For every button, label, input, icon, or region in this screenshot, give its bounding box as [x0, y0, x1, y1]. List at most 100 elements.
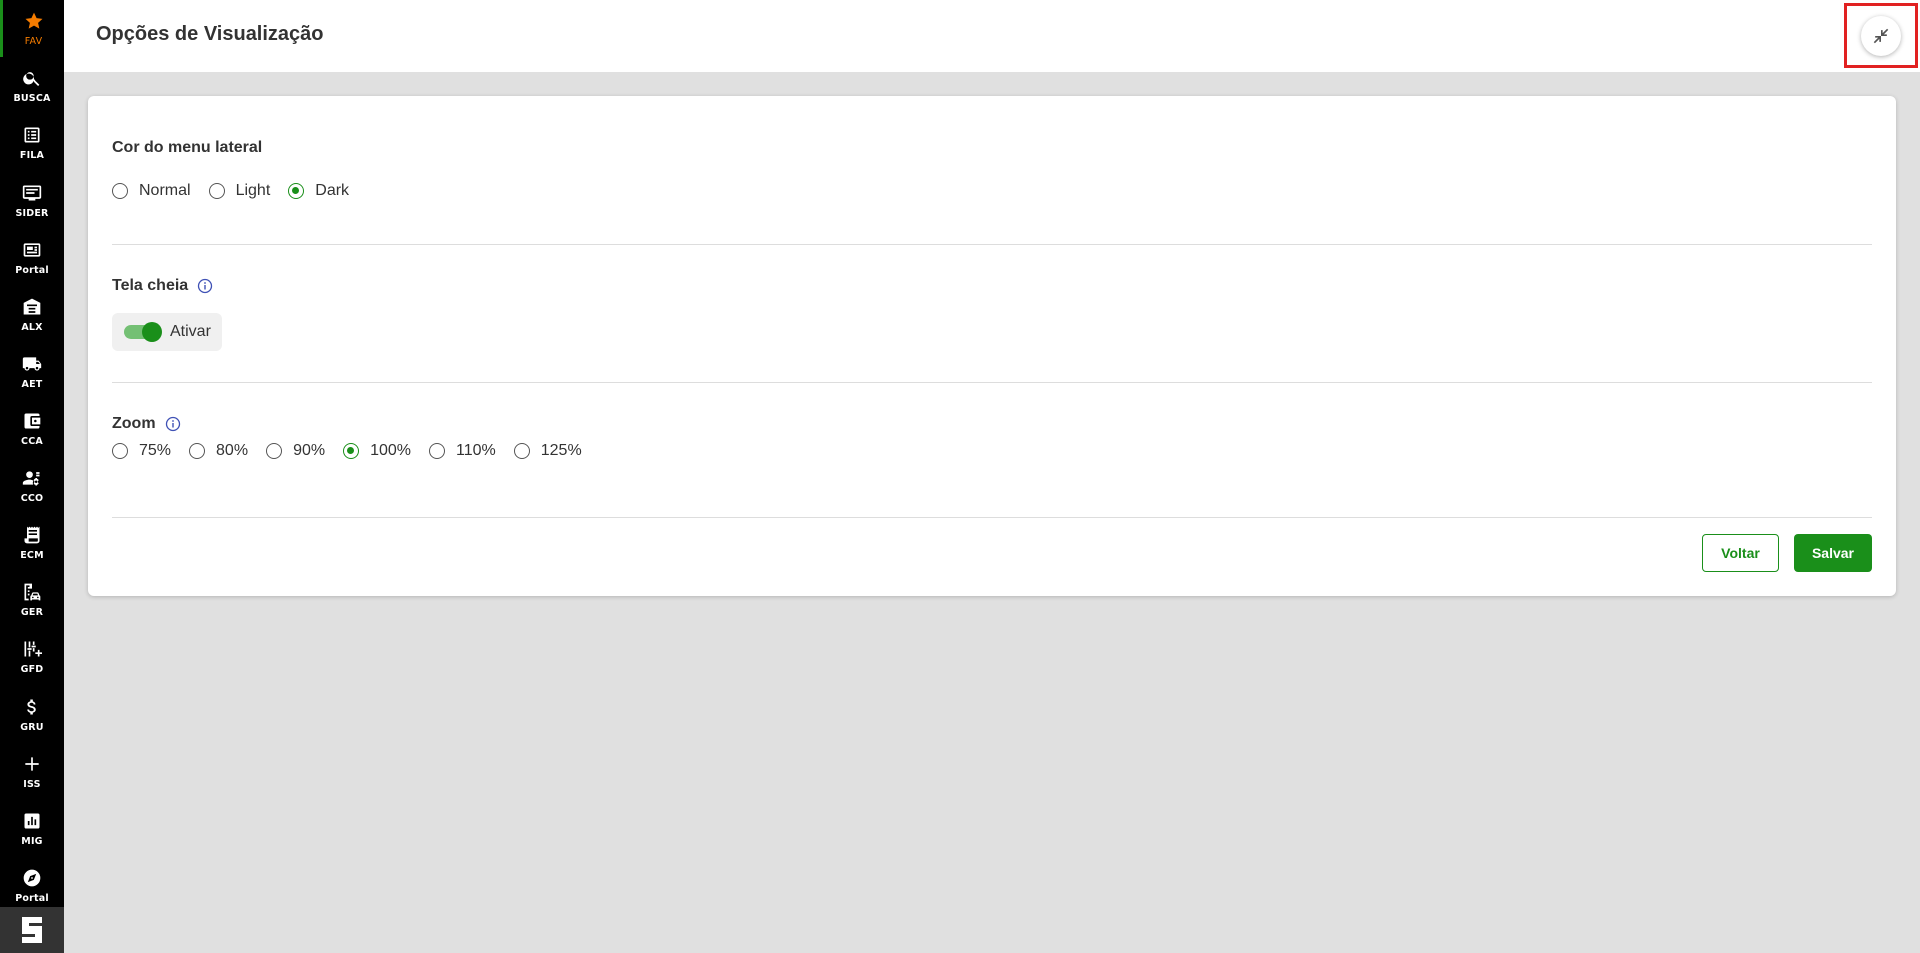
- radio-circle: [112, 443, 128, 459]
- radio-label: 90%: [293, 442, 326, 459]
- plus-icon: [21, 753, 43, 775]
- brand-logo-icon[interactable]: [0, 907, 64, 953]
- radio-circle: [429, 443, 446, 459]
- radio-zoom-90[interactable]: 90%: [266, 442, 325, 460]
- sidebar-item-label: FILA: [19, 150, 45, 161]
- menu-color-options: Normal Light Dark: [112, 182, 367, 200]
- sidebar-item-gru[interactable]: GRU: [0, 686, 64, 743]
- zoom-title: Zoom: [112, 415, 181, 433]
- sidebar-item-alx[interactable]: ALX: [0, 286, 64, 343]
- info-icon[interactable]: [197, 278, 213, 294]
- dollar-icon: [21, 696, 43, 718]
- radio-menu-light[interactable]: Light: [208, 182, 271, 200]
- sidebar-item-ger[interactable]: GER: [0, 571, 64, 628]
- toggle-knob: [142, 322, 162, 342]
- radio-circle: [112, 183, 128, 199]
- sidebar-item-label: CCA: [21, 436, 43, 447]
- radio-label: 110%: [456, 442, 496, 459]
- radio-label: 75%: [139, 442, 172, 459]
- sidebar-item-label: Portal: [15, 265, 49, 276]
- compass-icon: [21, 867, 43, 889]
- radio-circle: [208, 183, 225, 199]
- sidebar: FAV BUSCA FILA SIDER Portal ALX AET CCA …: [0, 0, 64, 953]
- info-icon[interactable]: [165, 416, 181, 432]
- sidebar-item-portal-2[interactable]: Portal: [0, 857, 64, 914]
- sidebar-item-label: ALX: [21, 322, 43, 333]
- fullscreen-toggle[interactable]: Ativar: [112, 313, 222, 351]
- sidebar-item-fila[interactable]: FILA: [0, 114, 64, 171]
- sidebar-item-label: FAV: [24, 36, 43, 47]
- sidebar-item-gfd[interactable]: GFD: [0, 628, 64, 685]
- radio-zoom-100[interactable]: 100%: [343, 442, 411, 460]
- sidebar-item-cca[interactable]: CCA: [0, 400, 64, 457]
- sidebar-item-sider[interactable]: SIDER: [0, 172, 64, 229]
- sidebar-item-label: ECM: [20, 550, 44, 561]
- menu-color-title: Cor do menu lateral: [112, 139, 262, 157]
- sidebar-item-iss[interactable]: ISS: [0, 743, 64, 800]
- fullscreen-title: Tela cheia: [112, 277, 213, 295]
- zoom-options: 75% 80% 90% 100% 110% 125%: [112, 442, 600, 460]
- sidebar-item-label: MIG: [21, 836, 43, 847]
- star-icon: [23, 10, 45, 32]
- sidebar-item-label: CCO: [20, 493, 44, 504]
- radio-circle: [513, 443, 530, 459]
- divider: [112, 517, 1872, 518]
- sidebar-item-label: Portal: [15, 893, 49, 904]
- radio-circle: [266, 443, 283, 459]
- users-gear-icon: [21, 467, 43, 489]
- header: Opções de Visualização: [64, 0, 1920, 72]
- building-car-icon: [21, 581, 43, 603]
- sidebar-item-fav[interactable]: FAV: [0, 0, 64, 57]
- page-title: Opções de Visualização: [96, 23, 324, 45]
- fullscreen-title-text: Tela cheia: [112, 277, 189, 294]
- monitor-icon: [21, 182, 43, 204]
- divider: [112, 244, 1872, 245]
- sidebar-item-ecm[interactable]: ECM: [0, 514, 64, 571]
- chart-icon: [21, 810, 43, 832]
- radio-menu-normal[interactable]: Normal: [112, 182, 191, 200]
- radio-circle-selected: [288, 183, 305, 199]
- radio-zoom-110[interactable]: 110%: [429, 442, 496, 460]
- sidebar-item-label: GFD: [20, 664, 44, 675]
- menu-color-title-text: Cor do menu lateral: [112, 139, 263, 156]
- news-icon: [21, 239, 43, 261]
- receipt-icon: [21, 524, 43, 546]
- zoom-title-text: Zoom: [112, 415, 156, 432]
- radio-circle-selected: [343, 443, 360, 459]
- toggle-label: Ativar: [170, 323, 211, 340]
- radio-label: Normal: [139, 182, 191, 199]
- sidebar-item-label: BUSCA: [13, 93, 51, 104]
- radio-zoom-75[interactable]: 75%: [112, 442, 171, 460]
- radio-label: 80%: [216, 442, 249, 459]
- radio-label: Dark: [315, 182, 350, 199]
- exit-fullscreen-icon: [1873, 28, 1889, 44]
- display-options-card: Cor do menu lateral Normal Light Dark Te…: [88, 96, 1896, 596]
- search-icon: [21, 67, 43, 89]
- sidebar-item-label: SIDER: [15, 208, 49, 219]
- radio-label: Light: [235, 182, 271, 199]
- back-button[interactable]: Voltar: [1702, 534, 1779, 572]
- sidebar-item-portal[interactable]: Portal: [0, 229, 64, 286]
- list-icon: [21, 124, 43, 146]
- sidebar-item-label: GRU: [20, 722, 44, 733]
- sidebar-item-cco[interactable]: CCO: [0, 457, 64, 514]
- radio-zoom-80[interactable]: 80%: [189, 442, 248, 460]
- radio-circle: [189, 443, 206, 459]
- sidebar-item-label: AET: [21, 379, 43, 390]
- sidebar-item-busca[interactable]: BUSCA: [0, 57, 64, 114]
- save-button[interactable]: Salvar: [1794, 534, 1872, 572]
- wallet-icon: [21, 410, 43, 432]
- divider: [112, 382, 1872, 383]
- radio-label: 100%: [370, 442, 412, 459]
- truck-icon: [21, 353, 43, 375]
- sidebar-item-label: ISS: [23, 779, 41, 790]
- sidebar-item-label: GER: [20, 607, 44, 618]
- sidebar-item-aet[interactable]: AET: [0, 343, 64, 400]
- exit-fullscreen-button[interactable]: [1861, 16, 1901, 56]
- radio-menu-dark[interactable]: Dark: [288, 182, 349, 200]
- warehouse-icon: [21, 296, 43, 318]
- toggle-track: [124, 322, 162, 342]
- radio-label: 125%: [540, 442, 582, 459]
- sidebar-item-mig[interactable]: MIG: [0, 800, 64, 857]
- radio-zoom-125[interactable]: 125%: [513, 442, 582, 460]
